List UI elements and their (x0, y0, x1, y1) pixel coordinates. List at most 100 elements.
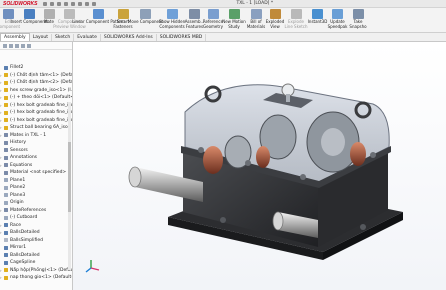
tree-item[interactable]: › (-) hex bolt gradeab fine_iso (0, 117, 72, 125)
tree-item[interactable]: BallsSimplified (0, 237, 72, 245)
ribbon-button-8[interactable]: Assemb... Features (185, 8, 204, 32)
tree-item[interactable]: › Nắp hộp(Phồng)<1> (Defau (0, 267, 72, 275)
tree-item-icon (4, 193, 8, 198)
expand-arrow-icon[interactable]: › (0, 117, 3, 125)
tab-solidworks-mbd[interactable]: SOLIDWORKS MBD (157, 34, 207, 41)
tree-item-icon (4, 185, 8, 190)
tree-item[interactable]: › (-) hex bolt gradeab fine_iso (0, 109, 72, 117)
tree-item[interactable]: › Equations (0, 162, 72, 170)
ribbon-button-10[interactable]: New Motion Study (222, 8, 246, 32)
ribbon-button-11[interactable]: Bill of Materials (246, 8, 266, 32)
tree-item-icon (4, 268, 8, 273)
save-icon[interactable] (64, 1, 69, 6)
tree-item[interactable]: › BallsDetailed (0, 229, 72, 237)
print-icon[interactable] (71, 1, 76, 6)
ribbon-button-7[interactable]: Show Hidden Components (159, 8, 185, 32)
expand-arrow-icon[interactable]: › (0, 132, 3, 140)
expand-arrow-icon[interactable]: › (0, 207, 3, 215)
tree-item[interactable]: › Struct ball bearing 6A_iso (0, 124, 72, 132)
bolt (360, 224, 366, 230)
tree-item[interactable]: › (-) + theo dõi<1> (Default<... (0, 94, 72, 102)
document-title: TXL - 1 [LOAD] * (236, 1, 274, 6)
expand-arrow-icon[interactable]: › (0, 267, 3, 275)
ribbon-button-12[interactable]: Exploded View (266, 8, 284, 32)
open-icon[interactable] (57, 1, 62, 6)
tree-item[interactable]: › nap thong gio<1> (Default< (0, 274, 72, 282)
tab-solidworks-add-ins[interactable]: SOLIDWORKS Add-Ins (101, 34, 157, 41)
options-icon[interactable] (92, 1, 97, 6)
ribbon-button-icon (3, 9, 14, 19)
tree-item-label: Annotations (10, 155, 38, 160)
ribbon-button-4[interactable]: Linear Component Pattern (72, 8, 125, 32)
expand-arrow-icon[interactable]: › (0, 102, 3, 110)
ribbon-button-6[interactable]: Move Component (128, 8, 163, 32)
home-icon[interactable] (43, 1, 48, 6)
tab-evaluate[interactable]: Evaluate (74, 34, 101, 41)
title-bar: SOLIDWORKS TXL - 1 [LOAD] * (0, 0, 446, 8)
display-manager-icon[interactable] (27, 43, 31, 48)
expand-arrow-icon[interactable]: › (0, 229, 3, 237)
ribbon-button-9[interactable]: Reference Geometry (203, 8, 223, 32)
ribbon-button-icon (43, 9, 55, 19)
expand-arrow-icon[interactable]: › (0, 154, 3, 162)
new-file-icon[interactable] (50, 1, 55, 6)
tree-item[interactable]: › MateReferences (0, 207, 72, 215)
ribbon-button-label: Exploded View (265, 19, 285, 29)
tree-item[interactable]: › Mates in TXL - 1 (0, 132, 72, 140)
tree-item-icon (4, 223, 8, 228)
expand-arrow-icon[interactable]: › (0, 72, 3, 80)
undo-icon[interactable] (78, 1, 83, 6)
tab-assembly[interactable]: Assembly (0, 33, 30, 41)
ribbon-button-13[interactable]: Explode Line Sketch (284, 8, 308, 32)
tree-item[interactable]: (-) Cutboard (0, 214, 72, 222)
expand-arrow-icon[interactable]: › (0, 94, 3, 102)
tree-item[interactable]: Plane1 (0, 177, 72, 185)
tree-item[interactable]: CageSpline (0, 259, 72, 267)
ribbon-button-icon (140, 9, 151, 19)
ribbon-button-14[interactable]: Instant3D (308, 8, 327, 32)
tree-item[interactable]: › Race (0, 222, 72, 230)
tree-item[interactable]: Fillet2 (0, 64, 72, 72)
expand-arrow-icon[interactable]: › (0, 87, 3, 95)
tree-item[interactable]: › hex screw grade_iso<1> (I... (0, 87, 72, 95)
expand-arrow-icon[interactable]: › (0, 222, 3, 230)
select-icon[interactable] (85, 1, 90, 6)
bearing-center (256, 146, 270, 168)
tree-item[interactable]: › (-) Chốt định tâm<2> (Defau... (0, 79, 72, 87)
tree-item[interactable]: Plane3 (0, 192, 72, 200)
ribbon-button-15[interactable]: Update Speedpak (327, 8, 348, 32)
tree-item[interactable]: BallsDetailed (0, 252, 72, 260)
tree-item-label: Nắp hộp(Phồng)<1> (Defau (10, 267, 73, 273)
ribbon-button-label: Instant3D (307, 19, 328, 24)
ribbon-button-icon (93, 9, 104, 19)
tree-item[interactable]: Material <not specified> (0, 169, 72, 177)
tree-item-label: Plane1 (10, 177, 26, 183)
tree-item[interactable]: › Annotations (0, 154, 72, 162)
dimxpert-icon[interactable] (21, 43, 25, 48)
expand-arrow-icon[interactable]: › (0, 79, 3, 87)
tab-sketch[interactable]: Sketch (52, 34, 75, 41)
tree-item-icon (4, 155, 8, 160)
tree-scrollbar-thumb[interactable] (68, 142, 71, 212)
expand-arrow-icon[interactable]: › (0, 109, 3, 117)
tree-item[interactable]: Sensors (0, 147, 72, 155)
tree-item[interactable]: › (-) Chốt định tâm<1> (Defa... (0, 72, 72, 80)
ribbon-button-16[interactable]: Take Snapsho (348, 8, 368, 32)
tree-item-icon (4, 253, 8, 258)
tab-layout[interactable]: Layout (30, 34, 53, 41)
ribbon-button-1[interactable]: Insert Components (10, 8, 49, 32)
feature-manager-icon[interactable] (3, 43, 7, 48)
tree-item[interactable]: Mirror1 (0, 244, 72, 252)
tree-item[interactable]: Origin (0, 199, 72, 207)
expand-arrow-icon[interactable]: › (0, 124, 3, 132)
expand-arrow-icon[interactable]: › (0, 274, 3, 282)
tree-item[interactable]: History (0, 139, 72, 147)
tree-item[interactable]: › (-) hex bolt gradeab fine_iso (0, 102, 72, 110)
tree-item[interactable]: Plane2 (0, 184, 72, 192)
tree-item-label: Equations (10, 162, 33, 168)
expand-arrow-icon[interactable]: › (0, 162, 3, 170)
graphics-viewport[interactable] (73, 42, 446, 290)
property-manager-icon[interactable] (9, 43, 13, 48)
tree-scrollbar[interactable] (68, 102, 71, 270)
configuration-manager-icon[interactable] (15, 43, 19, 48)
